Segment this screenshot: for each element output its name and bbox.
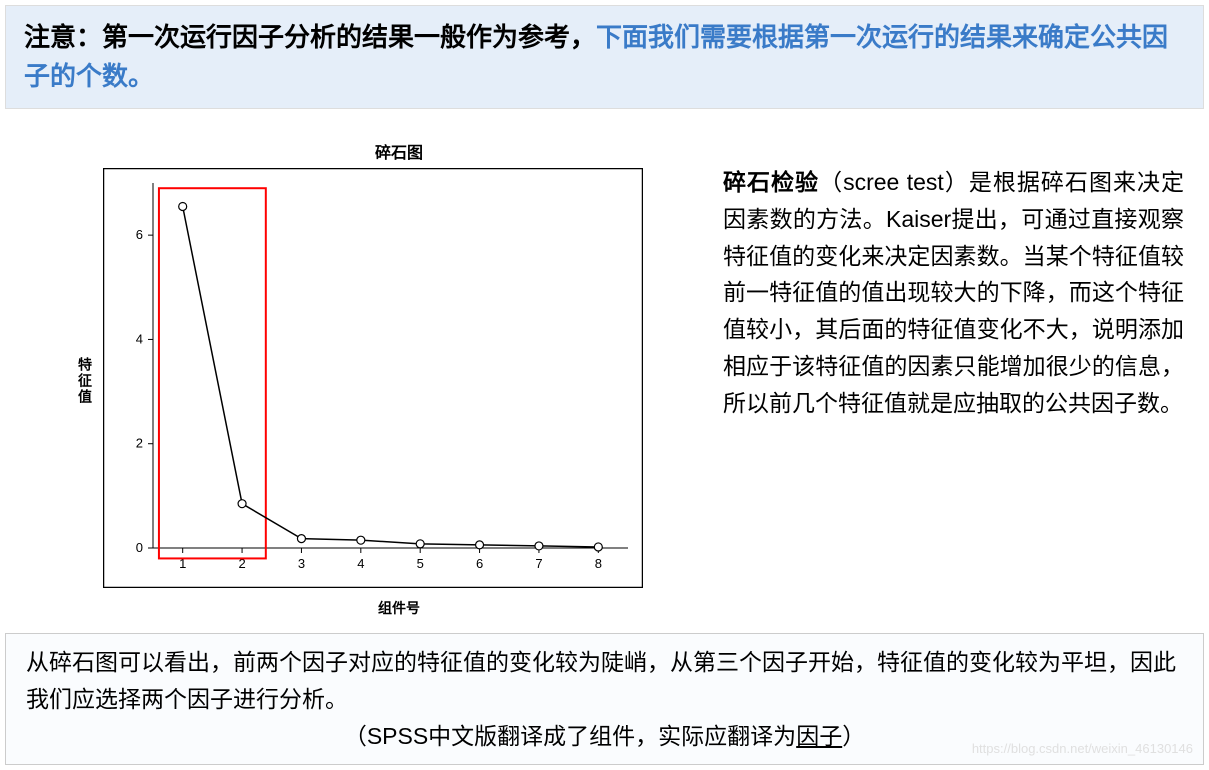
explanation-text: 碎石检验（scree test）是根据碎石图来决定因素数的方法。Kaiser提出… xyxy=(723,139,1204,618)
chart-area: 碎石图 特征值 024612345678 组件号 xyxy=(5,139,683,618)
footer-line2-underline: 因子 xyxy=(796,723,842,749)
footer-line1: 从碎石图可以看出，前两个因子对应的特征值的变化较为陡峭，从第三个因子开始，特征值… xyxy=(26,644,1183,718)
explanation-rest: 是根据碎石图来决定因素数的方法。Kaiser提出，可通过直接观察特征值的变化来决… xyxy=(723,169,1184,416)
header-note-text: 注意：第一次运行因子分析的结果一般作为参考，下面我们需要根据第一次运行的结果来确… xyxy=(24,18,1185,96)
svg-text:4: 4 xyxy=(136,331,143,346)
chart-title: 碎石图 xyxy=(75,139,683,163)
scree-chart-svg: 024612345678 xyxy=(103,168,643,588)
chart-wrapper: 特征值 024612345678 xyxy=(75,168,683,593)
chart-ylabel: 特征值 xyxy=(75,357,95,405)
svg-text:6: 6 xyxy=(476,556,483,571)
svg-text:6: 6 xyxy=(136,227,143,242)
explanation-paren: （scree test） xyxy=(819,169,969,195)
svg-text:5: 5 xyxy=(417,556,424,571)
footer-box: 从碎石图可以看出，前两个因子对应的特征值的变化较为陡峭，从第三个因子开始，特征值… xyxy=(5,633,1204,765)
svg-text:0: 0 xyxy=(136,540,143,555)
footer-line2-post: ） xyxy=(842,723,865,749)
chart-xlabel: 组件号 xyxy=(75,598,683,618)
svg-text:4: 4 xyxy=(357,556,364,571)
svg-text:2: 2 xyxy=(136,436,143,451)
svg-text:7: 7 xyxy=(535,556,542,571)
svg-text:3: 3 xyxy=(298,556,305,571)
header-note-box: 注意：第一次运行因子分析的结果一般作为参考，下面我们需要根据第一次运行的结果来确… xyxy=(5,5,1204,109)
svg-text:8: 8 xyxy=(595,556,602,571)
middle-row: 碎石图 特征值 024612345678 组件号 碎石检验（scree test… xyxy=(5,139,1204,618)
header-bold: 注意：第一次运行因子分析的结果一般作为参考， xyxy=(24,22,596,52)
explanation-bold: 碎石检验 xyxy=(723,169,819,195)
footer-line2-pre: （SPSS中文版翻译成了组件，实际应翻译为 xyxy=(344,723,796,749)
chart-svg-box: 024612345678 xyxy=(103,168,643,593)
footer-line2: （SPSS中文版翻译成了组件，实际应翻译为因子） xyxy=(26,718,1183,755)
